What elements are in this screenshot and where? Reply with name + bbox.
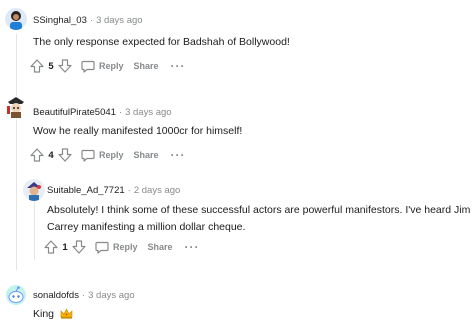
reply-button[interactable]: Reply (81, 149, 124, 162)
reply-label: Reply (113, 242, 138, 252)
share-label: Share (133, 150, 159, 160)
avatar[interactable] (23, 179, 45, 201)
more-options-icon[interactable]: ··· (171, 149, 186, 161)
author-name[interactable]: BeautifulPirate5041 (33, 107, 116, 118)
thread-line (16, 120, 17, 270)
comment-body: The only response expected for Badshah o… (33, 36, 290, 48)
comment-body: Wow he really manifested 1000cr for hims… (33, 125, 243, 137)
reply-button[interactable]: Reply (95, 241, 138, 254)
reply-button[interactable]: Reply (81, 60, 124, 73)
comment-actions: 5 Reply Share ··· (29, 58, 186, 74)
upvote-icon[interactable] (29, 147, 45, 163)
share-button[interactable]: Share (134, 61, 159, 71)
share-button[interactable]: Share (148, 242, 173, 252)
vote-score: 5 (48, 60, 54, 72)
comment-body-line: Absolutely! I think some of these succes… (47, 204, 471, 216)
timestamp[interactable]: 3 days ago (96, 15, 142, 26)
author-name[interactable]: sonaldofds (33, 290, 79, 301)
snoo-avatar-icon (5, 284, 27, 306)
vote-score: 1 (62, 241, 68, 253)
more-options-icon[interactable]: ··· (171, 60, 186, 72)
author-name[interactable]: SSinghal_03 (33, 15, 87, 26)
share-button[interactable]: Share (134, 150, 159, 160)
downvote-icon[interactable] (57, 58, 73, 74)
thread-line (34, 200, 35, 260)
separator-dot: · (127, 185, 131, 196)
vote-score: 4 (48, 149, 54, 161)
reply-label: Reply (99, 150, 124, 160)
separator-dot: · (89, 15, 94, 26)
timestamp[interactable]: 3 days ago (88, 290, 134, 301)
comment-body: King (33, 307, 73, 323)
avatar[interactable] (5, 96, 27, 118)
downvote-icon[interactable] (57, 147, 73, 163)
user-avatar-icon (5, 8, 27, 30)
downvote-icon[interactable] (71, 239, 87, 255)
comment-meta: SSinghal_03 · 3 days ago (33, 15, 143, 26)
user-avatar-icon (23, 179, 45, 201)
user-avatar-icon (5, 96, 27, 118)
upvote-icon[interactable] (29, 58, 45, 74)
avatar[interactable] (5, 284, 27, 306)
comment-body: Absolutely! I think some of these succes… (47, 203, 472, 234)
share-label: Share (133, 61, 159, 71)
share-label: Share (147, 242, 173, 252)
crown-emoji-icon (60, 308, 73, 323)
comment-meta: BeautifulPirate5041 · 3 days ago (33, 107, 172, 118)
comment-meta: Suitable_Ad_7721 · 2 days ago (47, 185, 180, 196)
timestamp[interactable]: 3 days ago (125, 107, 171, 118)
more-options-icon[interactable]: ··· (185, 241, 200, 253)
separator-dot: · (81, 290, 86, 301)
comment-actions: 4 Reply Share ··· (29, 147, 186, 163)
comment-bubble-icon (95, 241, 109, 254)
comment-bubble-icon (81, 149, 95, 162)
comment-body-line: Carrey manifesting a million dollar cheq… (47, 221, 246, 233)
avatar[interactable] (5, 8, 27, 30)
author-name[interactable]: Suitable_Ad_7721 (47, 185, 125, 196)
comment-meta: sonaldofds · 3 days ago (33, 290, 135, 301)
upvote-icon[interactable] (43, 239, 59, 255)
comment-bubble-icon (81, 60, 95, 73)
comment-body-text: King (33, 308, 55, 320)
separator-dot: · (118, 107, 123, 118)
reply-label: Reply (99, 61, 124, 71)
timestamp[interactable]: 2 days ago (134, 185, 180, 196)
comment-actions: 1 Reply Share ··· (43, 239, 200, 255)
